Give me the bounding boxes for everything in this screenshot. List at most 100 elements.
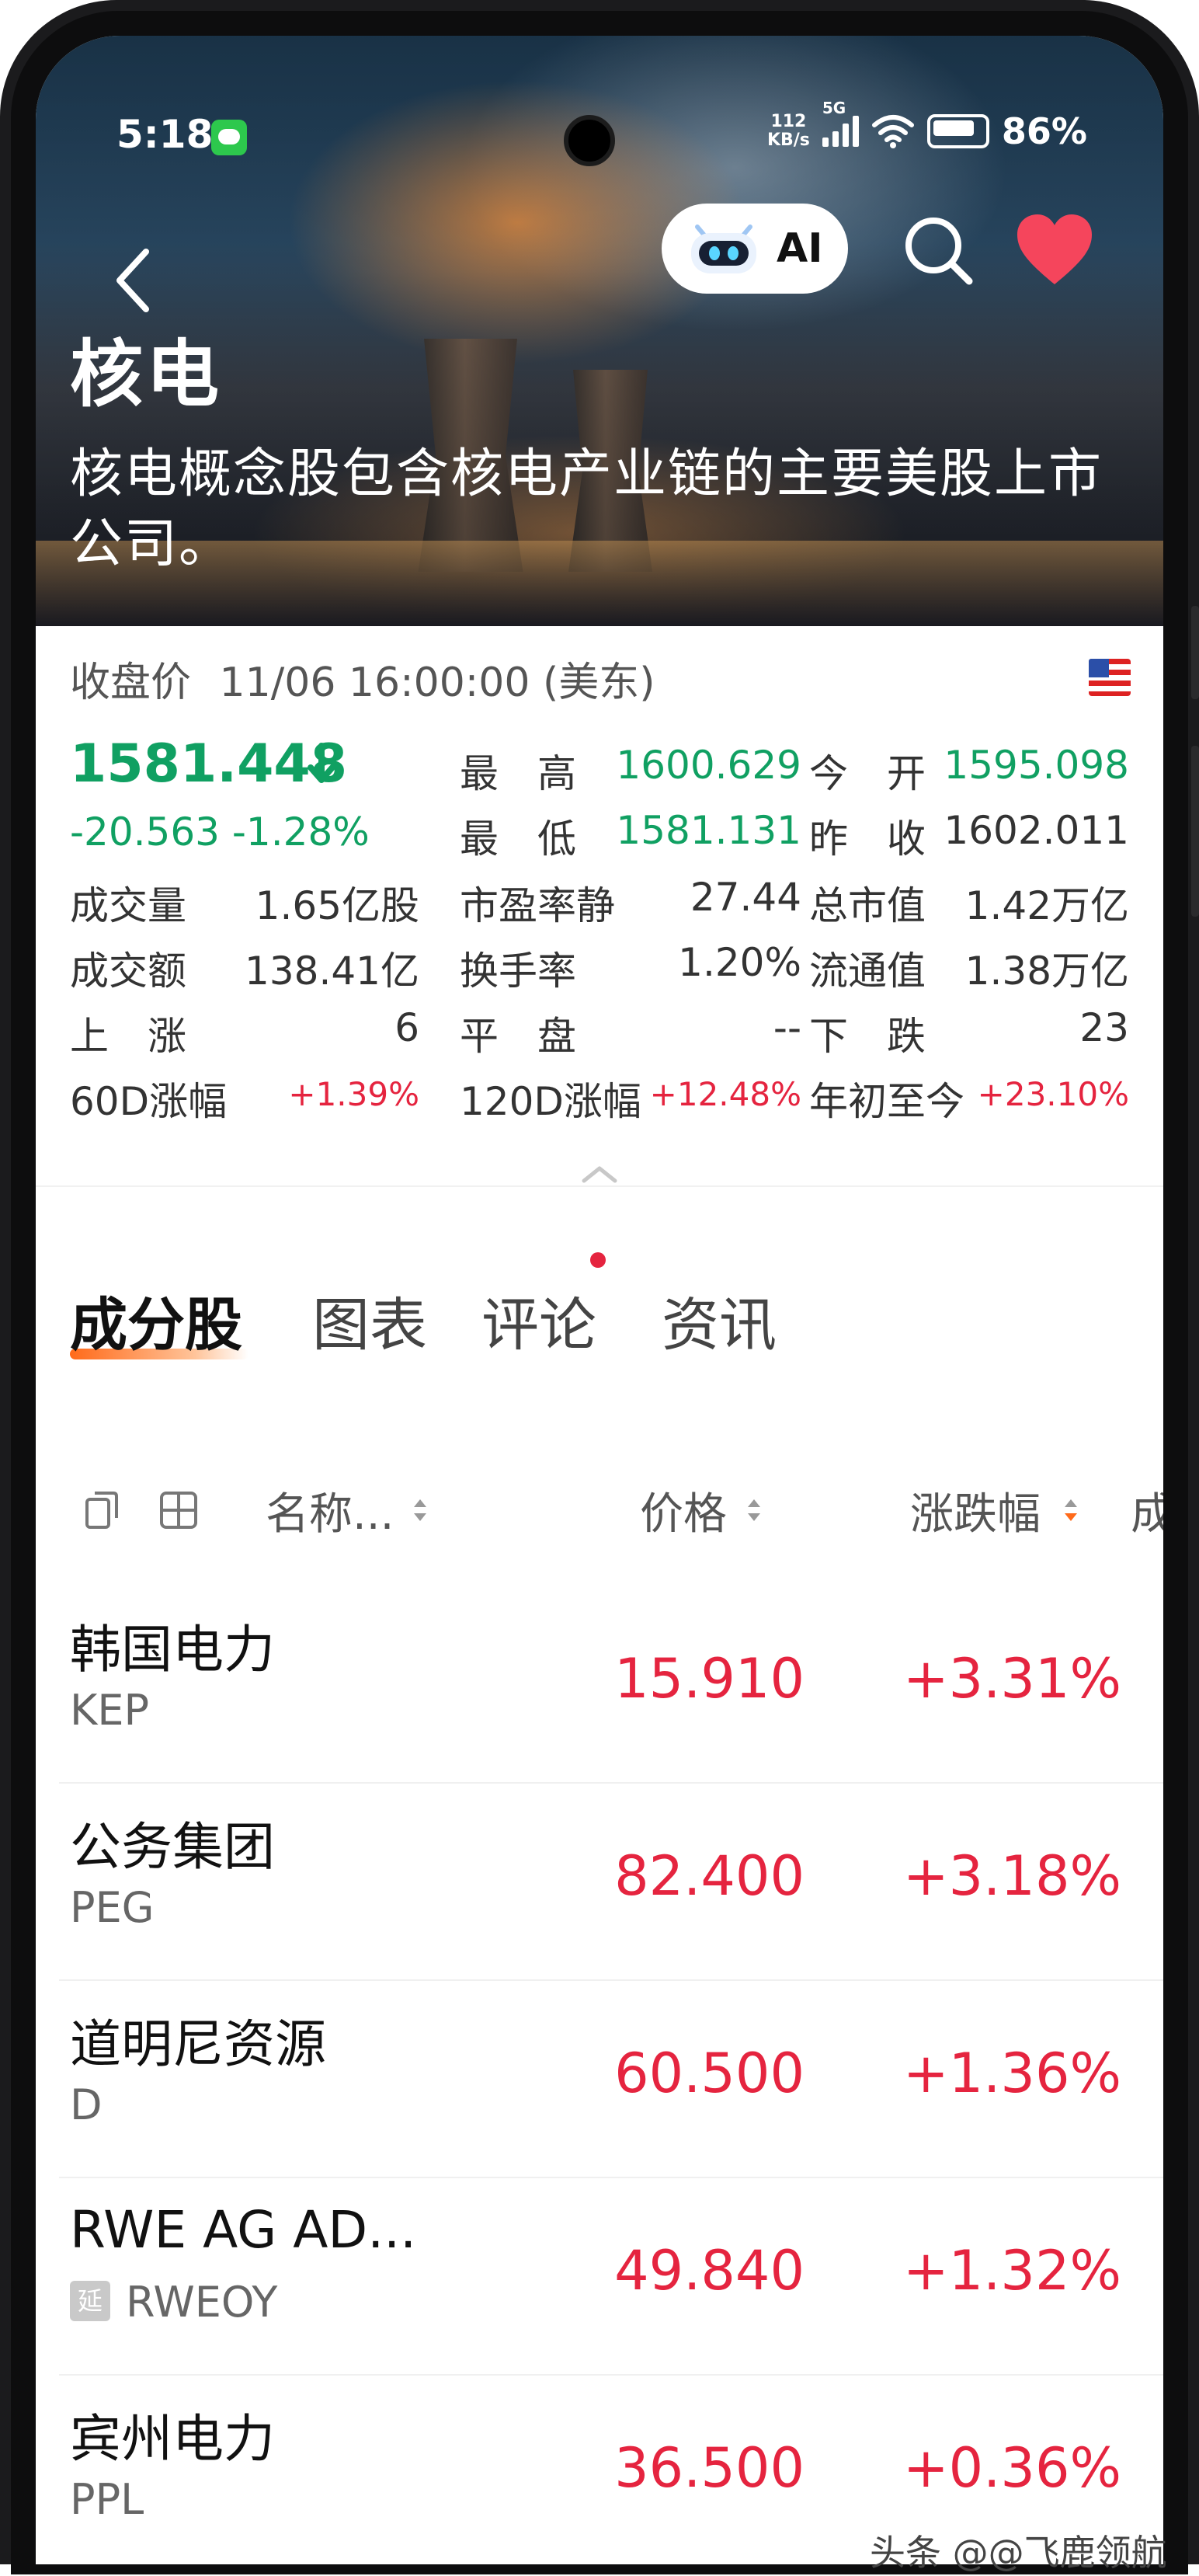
column-header-price[interactable]: 价格 [640,1479,727,1542]
side-button [1191,746,1199,917]
stat-value: +1.39% [288,1075,419,1113]
stat-value: 1.65亿股 [255,883,419,928]
stock-code: KEP [70,1686,150,1735]
stock-change: +1.32% [902,2239,1121,2303]
stock-code: PEG [70,1883,155,1932]
tab-news[interactable]: 资讯 [662,1279,777,1362]
ai-label: AI [777,225,823,272]
divider [36,1185,1163,1187]
stat-value: 1600.629 [616,743,801,788]
sort-desc-icon[interactable] [1062,1493,1079,1527]
stock-code: RWEOY [126,2278,278,2327]
stock-price: 49.840 [614,2239,805,2303]
sort-icon[interactable] [745,1493,763,1527]
stat-label: 年初至今 [809,1079,964,1124]
stat-label: 60D涨幅 [70,1079,228,1124]
stat-label: 流通值 [809,949,926,994]
stat-label: 120D涨幅 [460,1079,641,1124]
stock-name: 韩国电力 [70,1620,275,1680]
ai-assistant-button[interactable]: AI [662,204,848,294]
quote-panel: 收盘价 11/06 16:00:00 (美东) 1581.448 -20.563… [36,626,1163,1185]
stock-price: 60.500 [614,2042,805,2105]
stock-price: 36.500 [614,2436,805,2500]
status-time: 5:18 [116,112,214,157]
robot-icon [691,225,756,273]
table-row[interactable]: RWE AG AD... 延 RWEOY 49.840 +1.32% [59,2177,1163,2376]
stat-value: 1602.011 [944,808,1129,853]
cellular-signal-icon: 5G [822,99,859,147]
screen: 5:18 112 KB/s 5G 86% AI 核电 核电概念股包含核电产业链的… [36,36,1163,2564]
stat-value: 23 [1079,1005,1129,1050]
battery-percent: 86% [1001,110,1087,152]
stat-label: 总市值 [809,883,926,928]
stat-value: 27.44 [690,875,801,920]
sort-icon[interactable] [412,1493,429,1527]
stock-price: 82.400 [614,1844,805,1908]
stat-label: 平 盘 [460,1014,576,1059]
net-speed: 112 KB/s [766,112,810,150]
table-row[interactable]: 道明尼资源 D 60.500 +1.36% [59,1979,1163,2178]
tab-chart[interactable]: 图表 [312,1279,427,1362]
stat-value: 1.38万亿 [964,949,1129,994]
column-header-turnover[interactable]: 成 [1131,1479,1163,1542]
stat-value: 138.41亿 [245,949,419,994]
tab-constituents[interactable]: 成分股 [70,1279,242,1362]
stat-label: 市盈率静 [460,883,615,928]
table-row[interactable]: 公务集团 PEG 82.400 +3.18% [59,1782,1163,1981]
us-flag-icon [1089,659,1131,696]
column-header-name[interactable]: 名称... [266,1479,394,1542]
stat-label: 昨 收 [809,816,926,862]
wifi-icon [871,115,914,148]
back-button[interactable] [110,245,157,315]
stat-value: 1.20% [678,940,801,985]
front-camera [564,115,615,166]
stock-code: PPL [70,2475,144,2524]
search-icon[interactable] [899,211,977,289]
status-icons: 112 KB/s 5G 86% [766,99,1087,152]
stock-name: 公务集团 [70,1817,275,1877]
page-title: 核电 [70,332,223,417]
index-change: -20.563 -1.28% [70,809,370,855]
stat-label: 换手率 [460,949,576,994]
stat-value: 6 [394,1005,419,1050]
stock-change: +3.18% [902,1844,1121,1908]
battery-icon [926,114,989,148]
table-row[interactable]: 韩国电力 KEP 15.910 +3.31% [59,1585,1163,1784]
stat-label: 最 高 [460,751,576,796]
copy-icon[interactable] [79,1488,123,1532]
close-info: 收盘价 11/06 16:00:00 (美东) [70,660,655,706]
stat-label: 今 开 [809,751,926,796]
column-header-change[interactable]: 涨跌幅 [910,1479,1041,1542]
stock-name: RWE AG AD... [70,2200,417,2260]
watermark: 头条 @@飞鹿领航 [870,2532,1167,2574]
stat-label: 上 涨 [70,1014,186,1059]
stat-label: 成交量 [70,883,186,928]
stock-name: 宾州电力 [70,2409,275,2469]
stat-value: -- [773,1005,801,1050]
favorite-heart-icon[interactable] [1014,211,1095,289]
down-arrow-icon [308,743,335,783]
stock-change: +0.36% [902,2436,1121,2500]
stock-change: +3.31% [902,1647,1121,1711]
stat-value: +23.10% [977,1075,1129,1113]
notification-dot [590,1252,606,1268]
delayed-quote-badge: 延 [70,2281,110,2321]
stock-name: 道明尼资源 [70,2014,326,2074]
stat-label: 下 跌 [809,1014,926,1059]
grid-view-icon[interactable] [157,1488,200,1532]
stat-value: 1.42万亿 [964,883,1129,928]
stock-change: +1.36% [902,2042,1121,2105]
stat-label: 最 低 [460,816,576,862]
stat-value: 1595.098 [944,743,1129,788]
header-banner: 5:18 112 KB/s 5G 86% AI 核电 核电概念股包含核电产业链的… [36,36,1163,626]
chevron-up-icon[interactable] [576,1162,623,1185]
wechat-notification-icon [211,120,247,155]
stock-code: D [70,2080,103,2129]
stat-value: 1581.131 [616,808,801,853]
side-button [1191,606,1199,699]
stock-price: 15.910 [614,1647,805,1711]
stat-value: +12.48% [649,1075,801,1113]
sector-description: 核电概念股包含核电产业链的主要美股上市公司。 [70,444,1103,575]
stat-label: 成交额 [70,949,186,994]
tab-comments[interactable]: 评论 [481,1279,596,1362]
